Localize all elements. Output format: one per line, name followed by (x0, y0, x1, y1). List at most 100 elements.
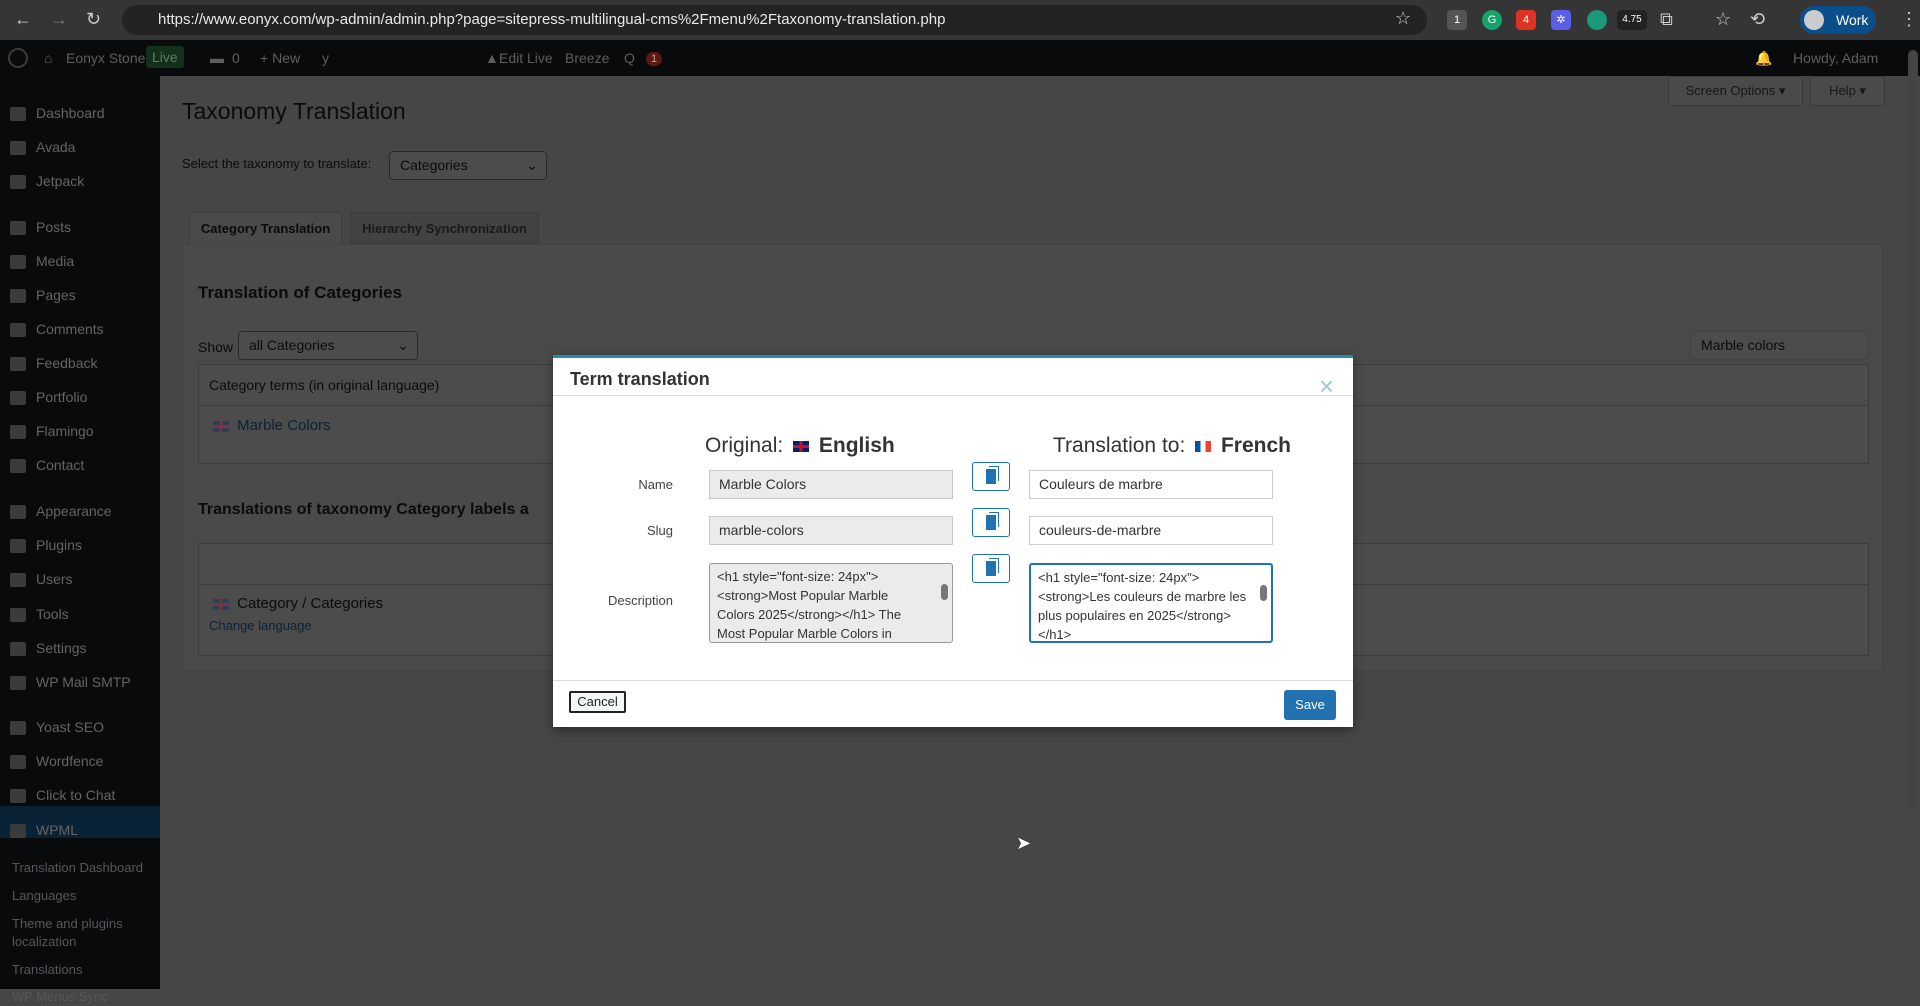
reading-list-icon[interactable]: ☆ (1715, 9, 1731, 30)
sidebar-item-wpml[interactable]: WPML (36, 822, 78, 838)
copy-icon (986, 469, 996, 484)
sidebar-item-pages[interactable]: Pages (36, 287, 76, 303)
chevron-down-icon: ⌄ (397, 337, 409, 353)
new-label: New (272, 50, 301, 66)
howdy-link[interactable]: Howdy, Adam (1793, 50, 1878, 66)
show-filter-select[interactable]: all Categories ⌄ (238, 331, 418, 360)
help-button[interactable]: Help ▾ (1810, 76, 1885, 106)
save-button[interactable]: Save (1284, 690, 1336, 720)
change-language-link[interactable]: Change language (209, 618, 312, 633)
search-input[interactable]: Marble colors (1690, 331, 1869, 360)
taxonomy-select-value: Categories (400, 157, 468, 173)
fr-flag-icon (1195, 440, 1212, 452)
reload-icon[interactable]: ↻ (86, 9, 101, 30)
sidebar-item-portfolio[interactable]: Portfolio (36, 389, 87, 405)
profile-button[interactable]: Work (1800, 6, 1876, 34)
sidebar-item-wordfence[interactable]: Wordfence (36, 753, 103, 769)
copy-name-button[interactable] (972, 462, 1010, 491)
submenu-item[interactable]: WP Menus Sync (12, 988, 152, 1006)
translated-name-input[interactable]: Couleurs de marbre (1029, 470, 1273, 499)
sidebar-item-dashboard[interactable]: Dashboard (36, 105, 105, 121)
labels-row: Category / Categories (209, 595, 383, 612)
sidebar-item-appearance[interactable]: Appearance (36, 503, 112, 519)
sidebar-item-wp-mail-smtp[interactable]: WP Mail SMTP (36, 674, 131, 690)
sidebar-item-media[interactable]: Media (36, 253, 74, 269)
sidebar-item-comments[interactable]: Comments (36, 321, 104, 337)
screen-options-button[interactable]: Screen Options ▾ (1668, 76, 1803, 106)
portfolio-icon (10, 391, 26, 405)
uk-flag-icon (793, 440, 810, 452)
sidebar-item-settings[interactable]: Settings (36, 640, 87, 656)
history-icon[interactable]: ⟲ (1750, 9, 1765, 30)
name-label: Name (638, 477, 673, 492)
tab-category-translation[interactable]: Category Translation (189, 212, 342, 244)
wp-mail-smtp-icon (10, 676, 26, 690)
new-link[interactable]: + New (260, 50, 300, 66)
taxonomy-select-label: Select the taxonomy to translate: (182, 156, 372, 171)
sidebar-item-flamingo[interactable]: Flamingo (36, 423, 94, 439)
scrollbar[interactable] (940, 568, 949, 634)
tab-hierarchy-sync[interactable]: Hierarchy Synchronization (350, 212, 539, 244)
grammarly-icon[interactable]: G (1482, 10, 1502, 30)
extension-icon[interactable]: 4 (1516, 10, 1536, 30)
submenu-item[interactable]: Translation Dashboard (12, 859, 152, 877)
notifications-bell-icon[interactable]: 🔔 (1755, 50, 1772, 67)
sidebar-item-avada[interactable]: Avada (36, 139, 75, 155)
translated-description-input[interactable]: <h1 style="font-size: 24px"> <strong>Les… (1029, 563, 1273, 643)
avada-icon: ▲ (485, 50, 499, 66)
original-label: Original: (705, 434, 784, 457)
sidebar-item-tools[interactable]: Tools (36, 606, 69, 622)
comments-icon[interactable]: ▬ (210, 50, 224, 66)
sidebar-item-plugins[interactable]: Plugins (36, 537, 82, 553)
description-label: Description (607, 593, 673, 608)
menu-icon[interactable]: ⋮ (1900, 9, 1918, 30)
yoast-icon[interactable]: y (322, 50, 329, 66)
translated-slug-input[interactable]: couleurs-de-marbre (1029, 516, 1273, 545)
breeze-link[interactable]: Breeze (565, 50, 609, 66)
chevron-down-icon: ⌄ (526, 157, 538, 173)
settings-icon (10, 642, 26, 656)
extension-icon[interactable]: 1 (1447, 10, 1467, 30)
site-name-link[interactable]: Eonyx Stone (66, 50, 145, 66)
sidebar-item-contact[interactable]: Contact (36, 457, 84, 473)
wpml-icon[interactable]: Q (624, 50, 635, 66)
sidebar-item-yoast-seo[interactable]: Yoast SEO (36, 719, 104, 735)
copy-slug-button[interactable] (972, 508, 1010, 537)
sidebar-item-jetpack[interactable]: Jetpack (36, 173, 84, 189)
forward-icon[interactable]: → (50, 9, 68, 30)
address-bar[interactable]: https://www.eonyx.com/wp-admin/admin.php… (122, 5, 1427, 35)
extensions-puzzle-icon[interactable]: ⧉ (1660, 9, 1673, 30)
live-badge[interactable]: Live (146, 46, 184, 68)
back-icon[interactable]: ← (14, 9, 32, 30)
click-to-chat-icon (10, 789, 26, 803)
original-description-text: <h1 style="font-size: 24px"> <strong>Mos… (717, 569, 902, 641)
sidebar-item-click-to-chat[interactable]: Click to Chat (36, 787, 115, 803)
cancel-button[interactable]: Cancel (569, 691, 626, 713)
submenu-item[interactable]: Languages (12, 887, 152, 905)
submenu-item[interactable]: Translations (12, 961, 152, 979)
copy-description-button[interactable] (972, 554, 1010, 583)
term-link[interactable]: Marble Colors (209, 417, 331, 434)
submenu-item[interactable]: Theme and plugins localization (12, 915, 152, 951)
term-name: Marble Colors (237, 417, 331, 434)
sidebar-item-posts[interactable]: Posts (36, 219, 71, 235)
show-label: Show (198, 339, 234, 355)
extension-icon[interactable]: 4.75 (1617, 10, 1647, 30)
original-description-field[interactable]: <h1 style="font-size: 24px"> <strong>Mos… (709, 563, 953, 643)
taxonomy-select[interactable]: Categories ⌄ (389, 151, 547, 180)
extension-gear-icon[interactable]: ✲ (1551, 10, 1571, 30)
uk-flag-icon (213, 420, 229, 432)
bookmark-star-icon[interactable]: ☆ (1395, 8, 1411, 29)
sidebar-item-feedback[interactable]: Feedback (36, 355, 97, 371)
extension-icon[interactable] (1587, 10, 1607, 30)
page-title: Taxonomy Translation (182, 98, 406, 124)
wordpress-logo-icon[interactable] (8, 48, 28, 68)
scrollbar[interactable] (1259, 569, 1268, 635)
comments-count[interactable]: 0 (232, 50, 240, 66)
page-scrollbar[interactable] (1908, 50, 1918, 810)
sidebar-item-users[interactable]: Users (36, 571, 73, 587)
flamingo-icon (10, 425, 26, 439)
edit-live-link[interactable]: Edit Live (499, 50, 553, 66)
uk-flag-icon (213, 598, 229, 610)
appearance-icon (10, 505, 26, 519)
